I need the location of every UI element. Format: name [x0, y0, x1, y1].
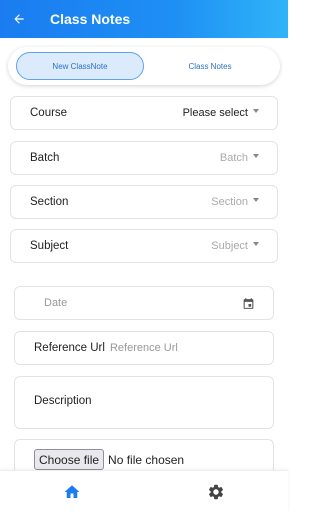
dropdown-caret-icon — [253, 198, 259, 202]
back-button[interactable] — [0, 0, 38, 38]
date-field[interactable]: Date — [14, 286, 274, 320]
calendar-icon[interactable] — [242, 297, 255, 310]
subject-value: Subject — [211, 240, 259, 252]
file-status: No file chosen — [108, 452, 185, 467]
subject-placeholder: Subject — [211, 240, 248, 252]
reference-url-label: Reference Url — [34, 342, 105, 354]
reference-url-field[interactable]: Reference Url Reference Url — [14, 331, 274, 365]
section-value: Section — [211, 196, 259, 208]
course-label: Course — [30, 107, 68, 119]
tab-class-notes[interactable]: Class Notes — [148, 52, 272, 80]
section-select[interactable]: Section Section — [10, 185, 278, 219]
course-selected-text: Please select — [182, 107, 248, 119]
choose-file-button[interactable]: Choose file — [34, 449, 105, 470]
reference-url-placeholder: Reference Url — [109, 342, 178, 354]
batch-placeholder: Batch — [219, 152, 248, 164]
dropdown-caret-icon — [253, 109, 259, 113]
bottom-navigation — [0, 470, 288, 512]
dropdown-caret-icon — [253, 242, 259, 246]
page-title: Class Notes — [50, 11, 131, 27]
nav-home[interactable] — [0, 471, 144, 512]
dropdown-caret-icon — [253, 154, 259, 158]
batch-select[interactable]: Batch Batch — [10, 141, 278, 175]
course-value: Please select — [183, 107, 259, 119]
batch-label: Batch — [30, 152, 60, 164]
settings-icon — [208, 484, 224, 500]
date-placeholder: Date — [44, 297, 68, 309]
batch-value: Batch — [220, 152, 259, 164]
description-field[interactable]: Description — [14, 376, 274, 429]
description-label: Description — [34, 395, 92, 407]
course-select[interactable]: Course Please select — [10, 96, 278, 130]
tab-new-classnote[interactable]: New ClassNote — [16, 52, 144, 80]
app-bar: Class Notes — [0, 0, 288, 38]
subject-label: Subject — [30, 240, 69, 252]
section-placeholder: Section — [211, 196, 248, 208]
arrow-left-icon — [14, 14, 24, 24]
home-icon — [64, 485, 80, 498]
nav-settings[interactable] — [144, 471, 288, 512]
subject-select[interactable]: Subject Subject — [10, 229, 278, 263]
section-label: Section — [30, 196, 69, 208]
segmented-tabs: New ClassNote Class Notes — [8, 47, 280, 85]
